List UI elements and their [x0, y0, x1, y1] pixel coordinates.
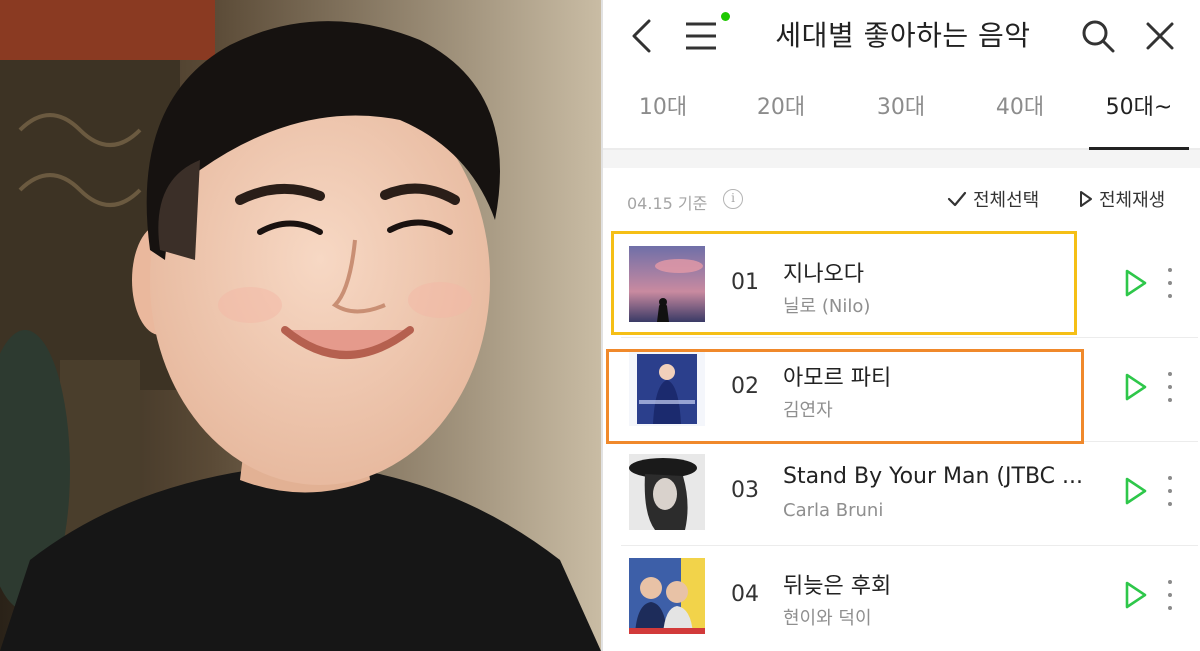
more-options-icon[interactable] — [1163, 476, 1177, 506]
chart-date: 04.15 기준 — [627, 194, 708, 213]
tab-50s[interactable]: 50대~ — [1089, 82, 1189, 150]
more-options-icon[interactable] — [1163, 268, 1177, 298]
play-all-button[interactable]: 전체재생 — [1079, 186, 1165, 212]
search-icon[interactable] — [1076, 14, 1120, 58]
song-rank: 03 — [731, 478, 759, 503]
song-artist[interactable]: 닐로 (Nilo) — [783, 292, 1083, 318]
more-options-icon[interactable] — [1163, 372, 1177, 402]
play-icon[interactable] — [1123, 476, 1149, 506]
song-artist[interactable]: 김연자 — [783, 396, 1083, 422]
info-icon[interactable]: i — [723, 189, 743, 209]
top-bar: 세대별 좋아하는 음악 — [603, 0, 1200, 75]
song-title[interactable]: 아모르 파티 — [783, 360, 1093, 392]
song-row[interactable]: 02 아모르 파티 김연자 — [603, 336, 1200, 440]
person-photo — [0, 0, 601, 651]
tab-10s[interactable]: 10대 — [613, 82, 713, 148]
tab-40s[interactable]: 40대 — [970, 82, 1070, 148]
album-art — [629, 350, 705, 426]
back-icon[interactable] — [621, 14, 661, 58]
album-art — [629, 558, 705, 634]
song-rank: 02 — [731, 374, 759, 399]
song-artist[interactable]: Carla Bruni — [783, 500, 1083, 521]
song-row[interactable]: 04 뒤늦은 후회 현이와 덕이 — [603, 544, 1200, 648]
menu-icon[interactable] — [679, 14, 723, 58]
list-info-bar: 04.15 기준 i 전체선택 전체재생 — [603, 168, 1200, 228]
check-icon — [947, 191, 967, 207]
tab-20s[interactable]: 20대 — [731, 82, 831, 148]
age-tabs: 10대 20대 30대 40대 50대~ — [603, 82, 1200, 150]
close-icon[interactable] — [1138, 14, 1182, 58]
play-outline-icon — [1080, 191, 1092, 207]
song-row[interactable]: 01 지나오다 닐로 (Nilo) — [603, 232, 1200, 336]
play-icon[interactable] — [1123, 268, 1149, 298]
section-divider — [603, 150, 1200, 168]
song-row[interactable]: 03 Stand By Your Man (JTBC ... Carla Bru… — [603, 440, 1200, 544]
notification-dot — [721, 12, 730, 21]
song-title[interactable]: Stand By Your Man (JTBC ... — [783, 464, 1093, 489]
song-title[interactable]: 지나오다 — [783, 256, 1093, 288]
album-art — [629, 454, 705, 530]
song-rank: 04 — [731, 582, 759, 607]
song-rank: 01 — [731, 270, 759, 295]
song-artist[interactable]: 현이와 덕이 — [783, 604, 1083, 630]
more-options-icon[interactable] — [1163, 580, 1177, 610]
select-all-label: 전체선택 — [973, 190, 1040, 211]
play-icon[interactable] — [1123, 372, 1149, 402]
play-all-label: 전체재생 — [1099, 190, 1166, 211]
album-art — [629, 246, 705, 322]
play-icon[interactable] — [1123, 580, 1149, 610]
page-title: 세대별 좋아하는 음악 — [775, 19, 1031, 52]
select-all-button[interactable]: 전체선택 — [947, 186, 1039, 212]
music-app-screen: 세대별 좋아하는 음악 10대 20대 30대 40대 50대~ 04.15 기… — [603, 0, 1200, 651]
tab-30s[interactable]: 30대 — [851, 82, 951, 148]
song-title[interactable]: 뒤늦은 후회 — [783, 568, 1093, 600]
